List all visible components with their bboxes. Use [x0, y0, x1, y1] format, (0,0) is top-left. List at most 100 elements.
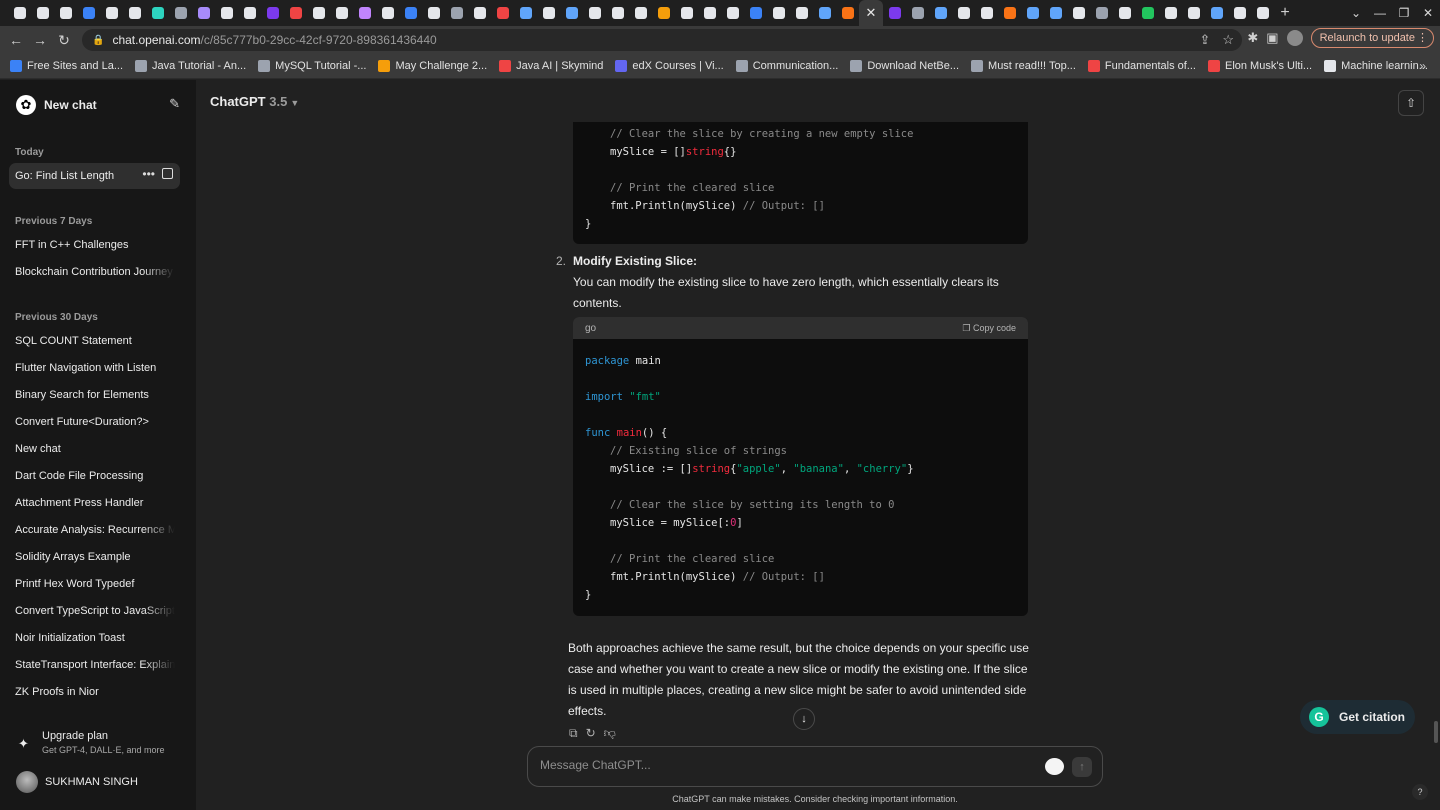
browser-tab[interactable]	[1251, 0, 1274, 26]
browser-tab[interactable]	[975, 0, 998, 26]
browser-tab[interactable]	[560, 0, 583, 26]
model-selector[interactable]: ChatGPT 3.5 ▼	[210, 94, 299, 109]
sidebar-item[interactable]: Blockchain Contribution Journey	[15, 266, 175, 278]
more-options-icon[interactable]: •••	[142, 167, 155, 181]
browser-tab[interactable]	[1090, 0, 1113, 26]
new-chat-button[interactable]: ✿ New chat ✎	[8, 92, 188, 118]
thumbs-down-icon[interactable]: 👎︎	[604, 726, 616, 741]
sidebar-item[interactable]: Accurate Analysis: Recurrence Me	[15, 524, 175, 536]
bookmark-item[interactable]: MySQL Tutorial -...	[258, 60, 366, 72]
browser-tab[interactable]	[675, 0, 698, 26]
bookmark-item[interactable]: Machine learnin...	[1324, 60, 1428, 72]
browser-tab[interactable]	[998, 0, 1021, 26]
browser-tab[interactable]	[445, 0, 468, 26]
browser-tab[interactable]	[422, 0, 445, 26]
bookmark-item[interactable]: Fundamentals of...	[1087, 60, 1196, 72]
sidebar-item[interactable]: SQL COUNT Statement	[15, 335, 175, 347]
send-button[interactable]: ↑	[1072, 757, 1092, 777]
browser-tab[interactable]	[491, 0, 514, 26]
bookmark-item[interactable]: Free Sites and La...	[10, 60, 123, 72]
sidebar-item[interactable]: Convert Future<Duration?>	[15, 416, 175, 428]
sidebar-item[interactable]: Attachment Press Handler	[15, 497, 175, 509]
tab-search-icon[interactable]: ⌄	[1344, 6, 1368, 20]
browser-tab[interactable]	[215, 0, 238, 26]
browser-tab[interactable]	[1044, 0, 1067, 26]
copy-icon[interactable]: ⧉	[569, 726, 578, 741]
bookmark-item[interactable]: Java Tutorial - An...	[135, 60, 246, 72]
back-icon[interactable]: ←	[4, 32, 28, 48]
browser-tab[interactable]	[31, 0, 54, 26]
browser-tab[interactable]	[1067, 0, 1090, 26]
close-window-icon[interactable]: ✕	[1416, 6, 1440, 20]
bookmark-item[interactable]: Java AI | Skymind	[499, 60, 603, 72]
browser-tab[interactable]	[883, 0, 906, 26]
browser-tab[interactable]	[261, 0, 284, 26]
scrollbar[interactable]	[1434, 721, 1438, 743]
user-menu[interactable]: SUKHMAN SINGH	[16, 771, 138, 793]
browser-tab[interactable]	[652, 0, 675, 26]
sidebar-item[interactable]: StateTransport Interface: Explaine	[15, 659, 175, 671]
bookmark-item[interactable]: Communication...	[735, 60, 838, 72]
sidebar-item-active[interactable]: Go: Find List Length •••	[9, 163, 180, 189]
sidebar-item[interactable]: ZK Proofs in Nior	[15, 686, 175, 698]
browser-tab[interactable]	[1021, 0, 1044, 26]
forward-icon[interactable]: →	[28, 32, 52, 48]
help-button[interactable]: ?	[1412, 784, 1428, 800]
browser-tab[interactable]	[330, 0, 353, 26]
browser-tab[interactable]	[376, 0, 399, 26]
bookmark-star-icon[interactable]: ☆	[1222, 32, 1234, 48]
browser-tab[interactable]	[238, 0, 261, 26]
profile-avatar[interactable]	[1286, 30, 1303, 46]
bookmark-item[interactable]: Download NetBe...	[850, 60, 959, 72]
browser-tab[interactable]	[1228, 0, 1251, 26]
bookmark-item[interactable]: Elon Musk's Ulti...	[1207, 60, 1312, 72]
address-bar[interactable]: 🔒 chat.openai.com/c/85c777b0-29cc-42cf-9…	[82, 29, 1242, 51]
browser-tab[interactable]	[1182, 0, 1205, 26]
new-tab-button[interactable]: +	[1274, 4, 1296, 22]
message-input[interactable]	[540, 758, 1020, 772]
browser-tab[interactable]	[146, 0, 169, 26]
browser-tab[interactable]	[54, 0, 77, 26]
sidebar-item[interactable]: Convert TypeScript to JavaScript	[15, 605, 175, 617]
browser-tab[interactable]	[629, 0, 652, 26]
sidebar-item[interactable]: Dart Code File Processing	[15, 470, 175, 482]
browser-tab[interactable]	[606, 0, 629, 26]
active-tab[interactable]: ✕	[859, 0, 883, 26]
bookmark-item[interactable]: Must read!!! Top...	[971, 60, 1076, 72]
browser-tab[interactable]	[929, 0, 952, 26]
restore-icon[interactable]: ❐	[1392, 6, 1416, 20]
bookmark-item[interactable]: edX Courses | Vi...	[615, 60, 724, 72]
share-chat-button[interactable]: ⇧	[1398, 90, 1424, 116]
browser-tab[interactable]	[583, 0, 606, 26]
browser-tab[interactable]	[8, 0, 31, 26]
browser-tab[interactable]	[790, 0, 813, 26]
scroll-to-bottom-button[interactable]: ↓	[793, 708, 815, 730]
bookmarks-overflow-icon[interactable]: »	[1419, 59, 1426, 73]
minimize-icon[interactable]: —	[1368, 6, 1392, 20]
browser-tab[interactable]	[952, 0, 975, 26]
browser-tab[interactable]	[836, 0, 859, 26]
browser-tab[interactable]	[169, 0, 192, 26]
browser-tab[interactable]	[721, 0, 744, 26]
kebab-menu-icon[interactable]: ⋮	[1417, 31, 1428, 44]
reload-icon[interactable]: ↻	[52, 32, 76, 49]
regenerate-icon[interactable]: ↻	[586, 726, 596, 741]
sidebar-item[interactable]: Binary Search for Elements	[15, 389, 175, 401]
sidebar-item[interactable]: Flutter Navigation with Listen	[15, 362, 175, 374]
sidebar-item[interactable]: Solidity Arrays Example	[15, 551, 175, 563]
browser-tab[interactable]	[514, 0, 537, 26]
edit-icon[interactable]: ✎	[169, 96, 180, 112]
browser-tab[interactable]	[1113, 0, 1136, 26]
sidebar-item[interactable]: New chat	[15, 443, 175, 455]
browser-tab[interactable]	[906, 0, 929, 26]
browser-tab[interactable]	[698, 0, 721, 26]
browser-tab[interactable]	[399, 0, 422, 26]
browser-tab[interactable]	[1205, 0, 1228, 26]
browser-tab[interactable]	[767, 0, 790, 26]
browser-tab[interactable]	[123, 0, 146, 26]
archive-icon[interactable]	[162, 168, 173, 179]
side-panel-icon[interactable]: ▣	[1266, 30, 1278, 46]
share-page-icon[interactable]: ⇪	[1199, 32, 1210, 48]
browser-tab[interactable]	[813, 0, 836, 26]
upgrade-plan-button[interactable]: ✦ Upgrade plan Get GPT-4, DALL·E, and mo…	[16, 730, 186, 766]
